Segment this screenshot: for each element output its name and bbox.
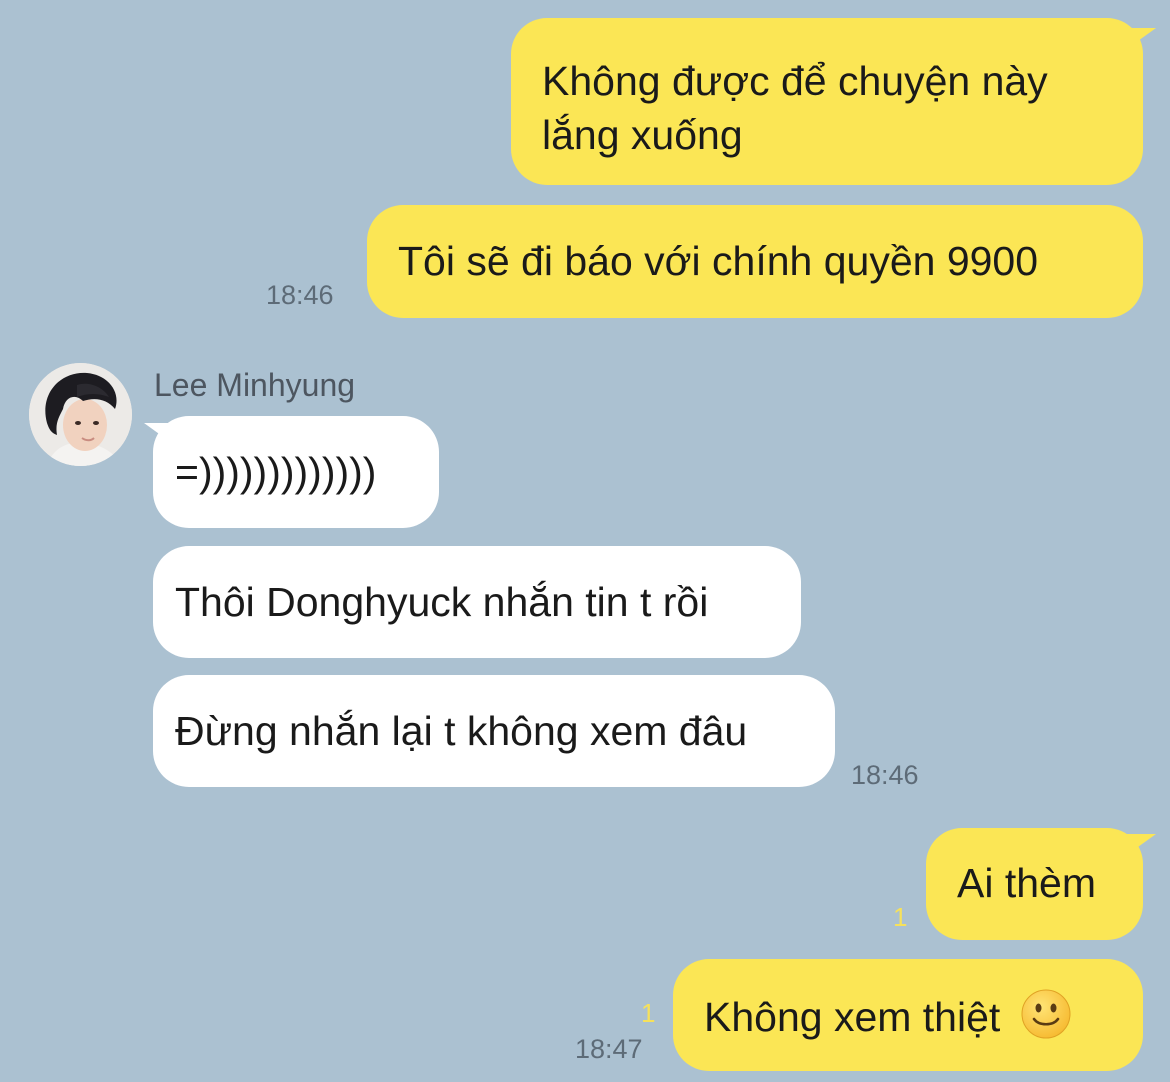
message-text: Tôi sẽ đi báo với chính quyền 9900 — [398, 238, 1039, 284]
outgoing-message-bubble[interactable]: Không được để chuyện này lắng xuống — [511, 18, 1143, 185]
contact-name: Lee Minhyung — [154, 367, 356, 403]
message-timestamp: 18:46 — [851, 760, 919, 790]
message-timestamp: 18:47 — [575, 1034, 643, 1064]
avatar-photo-icon — [29, 363, 132, 466]
incoming-message-bubble[interactable]: =))))))))))))) — [153, 416, 439, 528]
bubble-tail — [1120, 28, 1156, 54]
incoming-message-bubble[interactable]: Đừng nhắn lại t không xem đâu — [153, 675, 835, 787]
message-text: Đừng nhắn lại t không xem đâu — [175, 708, 748, 754]
contact-avatar[interactable] — [29, 363, 132, 466]
outgoing-message-bubble[interactable]: Tôi sẽ đi báo với chính quyền 9900 — [367, 205, 1143, 318]
bubble-tail — [1120, 834, 1156, 860]
message-text: Ai thèm — [957, 860, 1096, 906]
slightly-smiling-face-icon — [1021, 989, 1071, 1039]
unread-count: 1 — [893, 902, 908, 932]
outgoing-message-bubble[interactable]: Ai thèm — [926, 828, 1143, 940]
message-text: Thôi Donghyuck nhắn tin t rồi — [175, 579, 709, 625]
unread-count: 1 — [641, 998, 656, 1028]
incoming-message-bubble[interactable]: Thôi Donghyuck nhắn tin t rồi — [153, 546, 801, 658]
message-timestamp: 18:46 — [266, 280, 334, 310]
outgoing-message-bubble[interactable]: Không xem thiệt — [673, 959, 1143, 1071]
message-text: Không xem thiệt — [704, 994, 1001, 1040]
message-text: =))))))))))))) — [175, 449, 377, 495]
message-text-line: lắng xuống — [542, 112, 743, 158]
message-text-line: Không được để chuyện này — [542, 58, 1048, 104]
